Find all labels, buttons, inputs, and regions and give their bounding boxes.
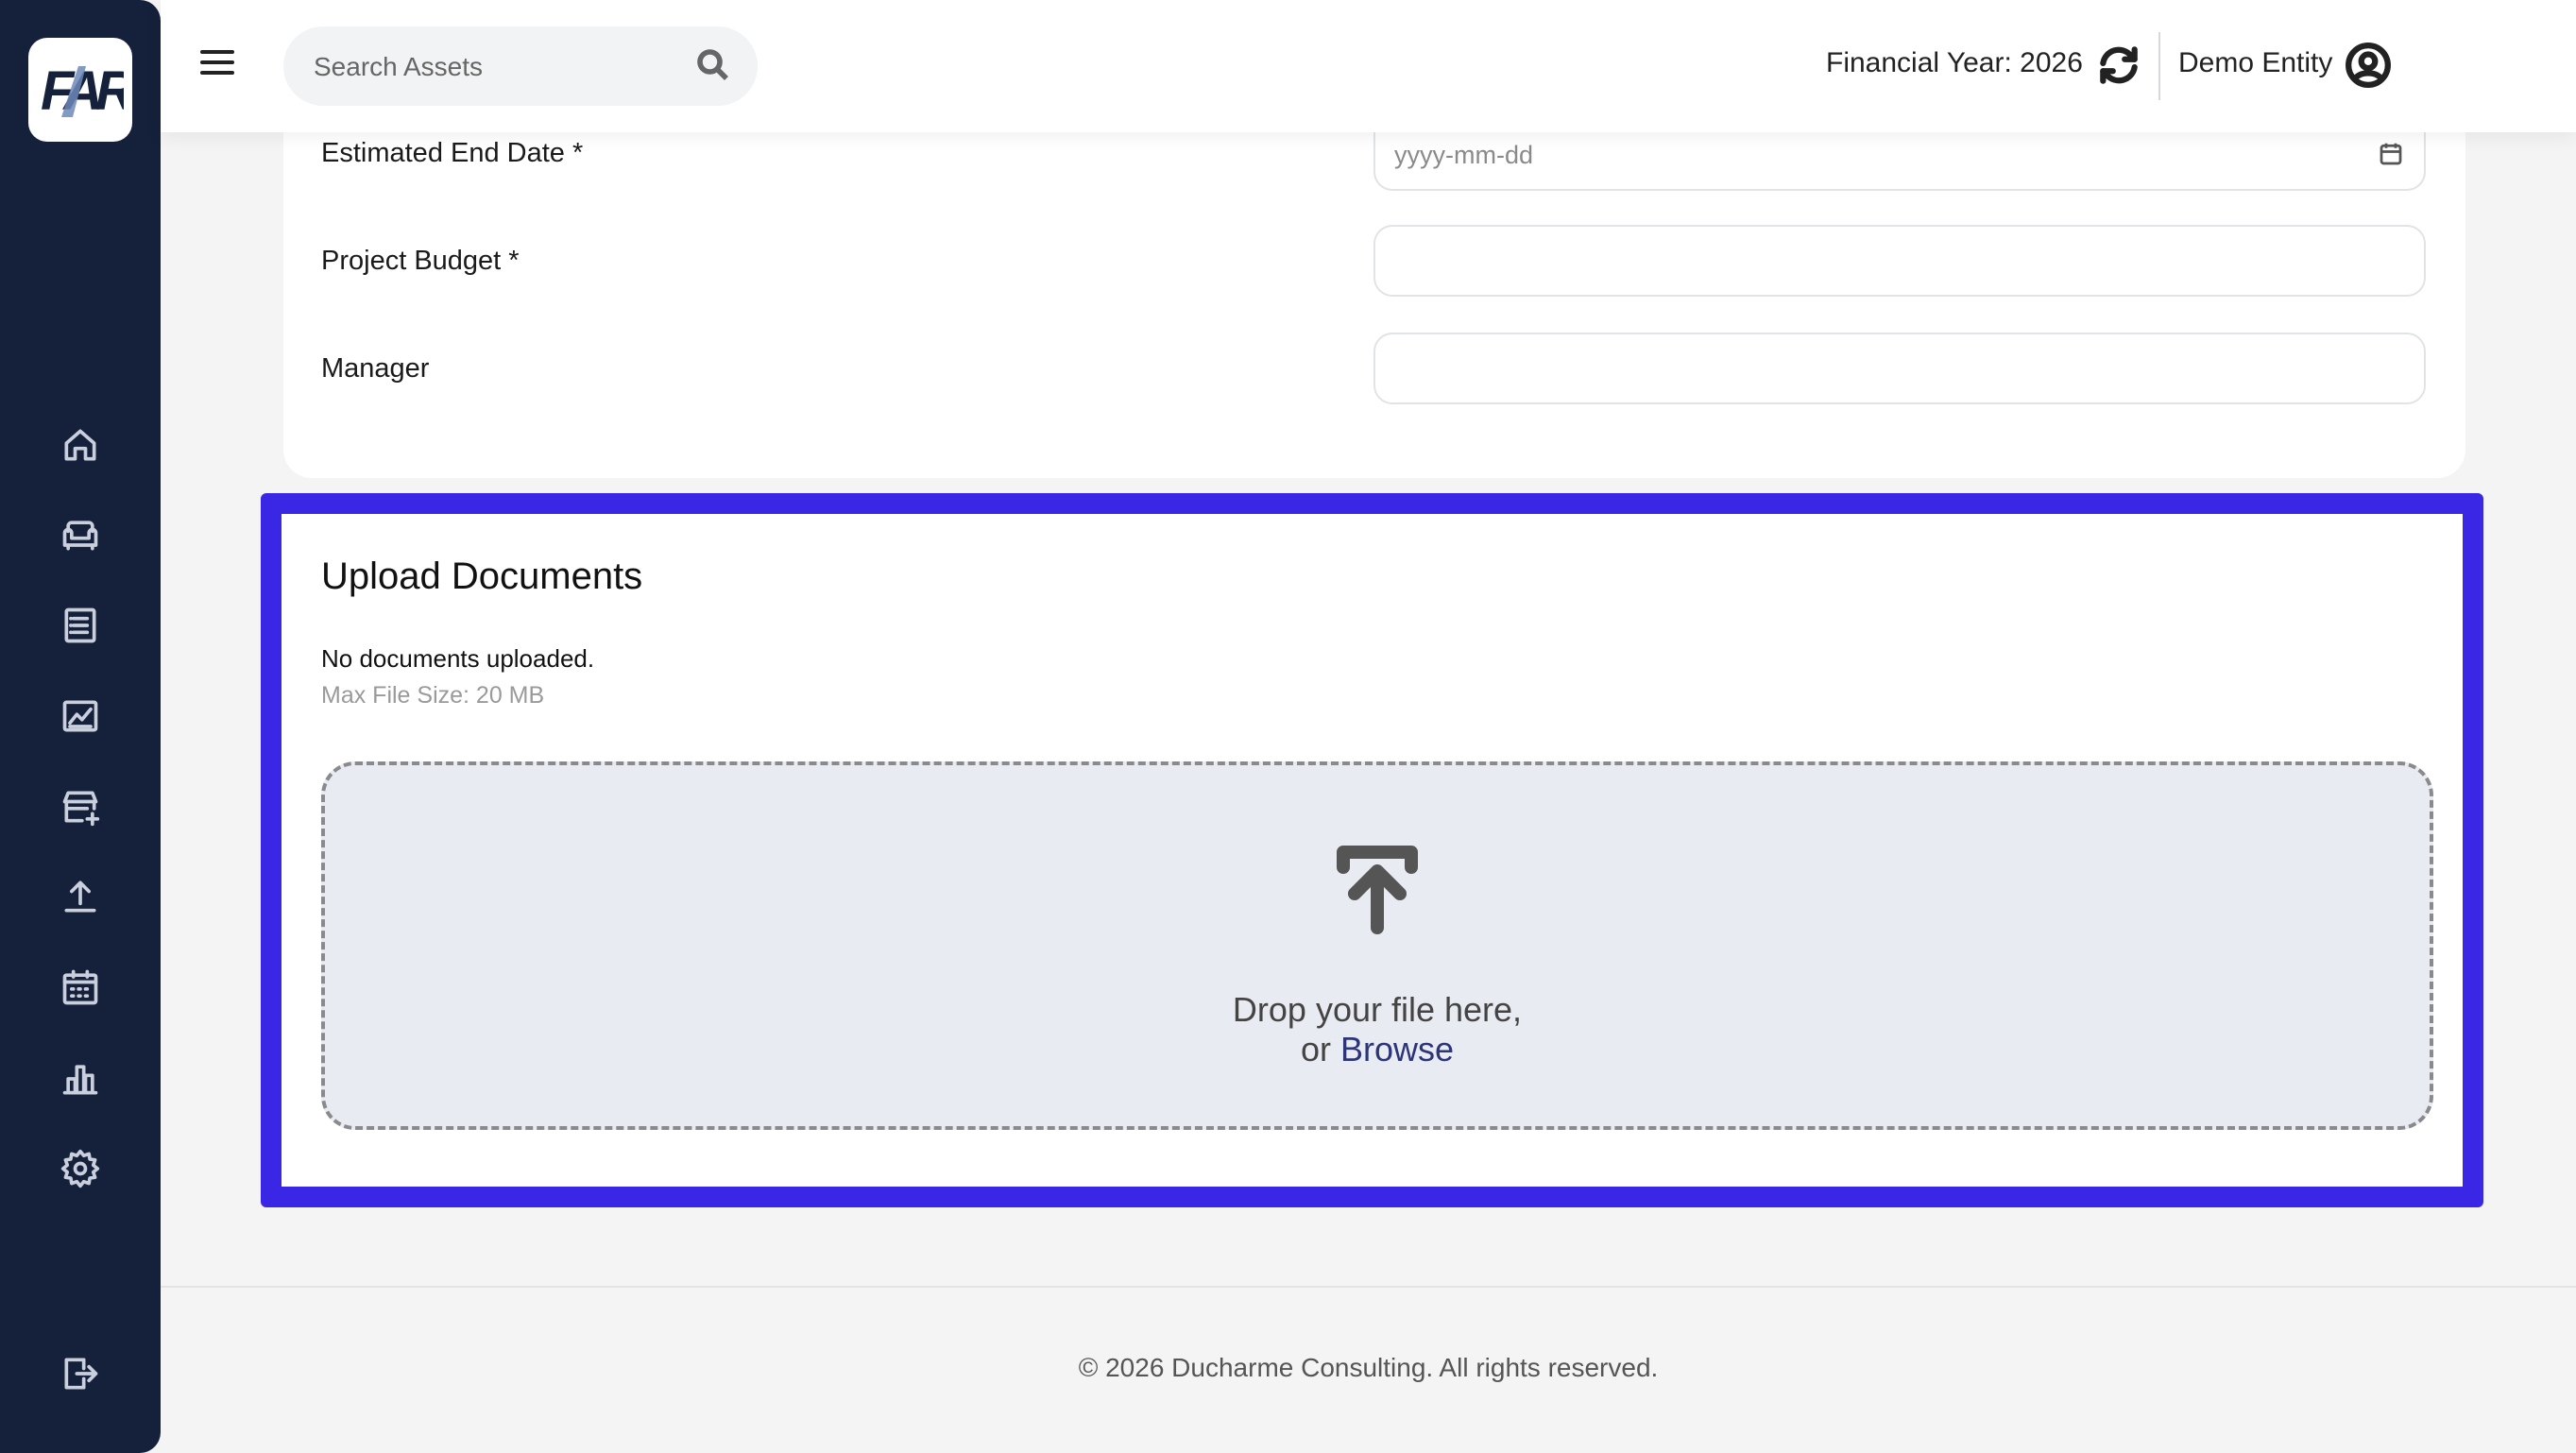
end-date-label: Estimated End Date *	[321, 138, 584, 168]
upload-icon[interactable]	[54, 870, 107, 923]
budget-field[interactable]	[1373, 225, 2426, 297]
search-input[interactable]	[314, 47, 673, 87]
upload-arrow-icon	[1332, 841, 1423, 935]
user-account-icon[interactable]	[2345, 42, 2392, 89]
home-icon[interactable]	[54, 419, 107, 471]
sofa-icon[interactable]	[54, 508, 107, 561]
header-divider	[2158, 32, 2160, 100]
footer-copyright: © 2026 Ducharme Consulting. All rights r…	[1078, 1353, 1659, 1382]
dropzone-or: or	[1300, 1030, 1340, 1068]
bar-chart-icon[interactable]	[54, 1052, 107, 1105]
upload-status: No documents uploaded.	[321, 644, 595, 673]
calendar-icon[interactable]	[54, 961, 107, 1014]
calendar-picker-icon[interactable]	[2377, 140, 2405, 168]
sidebar: FAR	[0, 0, 161, 1453]
search-icon[interactable]	[693, 45, 733, 85]
app-logo[interactable]: FAR	[28, 38, 132, 142]
manager-label: Manager	[321, 353, 430, 384]
max-file-size: Max File Size: 20 MB	[321, 682, 545, 709]
file-dropzone[interactable]	[321, 761, 2433, 1130]
browse-link[interactable]: Browse	[1340, 1030, 1454, 1068]
manager-field[interactable]	[1373, 333, 2426, 404]
gear-icon[interactable]	[54, 1142, 107, 1195]
dropzone-instruction: Drop your file here,	[1232, 990, 1523, 1029]
dropzone-text: Drop your file here, or Browse	[1094, 990, 1661, 1069]
entity-name[interactable]: Demo Entity	[2178, 47, 2332, 79]
chart-icon[interactable]	[54, 690, 107, 743]
list-icon[interactable]	[54, 599, 107, 652]
upload-title: Upload Documents	[321, 556, 643, 597]
budget-label: Project Budget *	[321, 246, 520, 276]
far-logo-icon: FAR	[41, 60, 124, 122]
logout-icon[interactable]	[54, 1347, 107, 1400]
refresh-icon[interactable]	[2095, 42, 2142, 89]
financial-year-label: Financial Year: 2026	[1826, 47, 2083, 78]
hamburger-menu-button[interactable]	[200, 43, 247, 89]
footer-divider	[161, 1286, 2576, 1288]
search-bar[interactable]	[283, 26, 758, 106]
store-add-icon[interactable]	[54, 780, 107, 833]
